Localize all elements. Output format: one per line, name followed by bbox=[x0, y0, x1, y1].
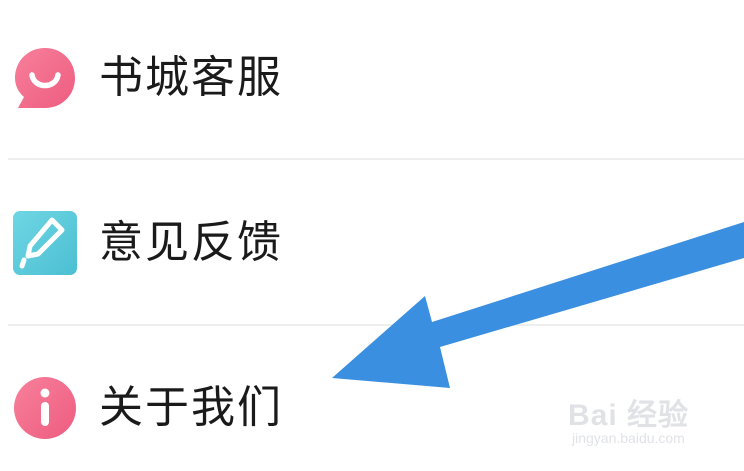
watermark-logo: Bai 经验 bbox=[568, 399, 690, 432]
feedback-pencil-icon bbox=[12, 210, 78, 276]
watermark: Bai 经验 jingyan.baidu.com bbox=[568, 386, 738, 458]
customer-service-icon bbox=[12, 45, 78, 111]
divider bbox=[8, 158, 744, 160]
menu-item-label: 意见反馈 bbox=[99, 217, 283, 268]
menu-item-customer-service[interactable]: 书城客服 bbox=[0, 18, 744, 138]
info-icon bbox=[12, 375, 78, 441]
menu-item-feedback[interactable]: 意见反馈 bbox=[0, 183, 744, 303]
menu-item-label: 书城客服 bbox=[99, 52, 283, 103]
divider bbox=[8, 324, 744, 326]
watermark-url: jingyan.baidu.com bbox=[572, 430, 685, 446]
menu-item-label: 关于我们 bbox=[99, 382, 283, 433]
